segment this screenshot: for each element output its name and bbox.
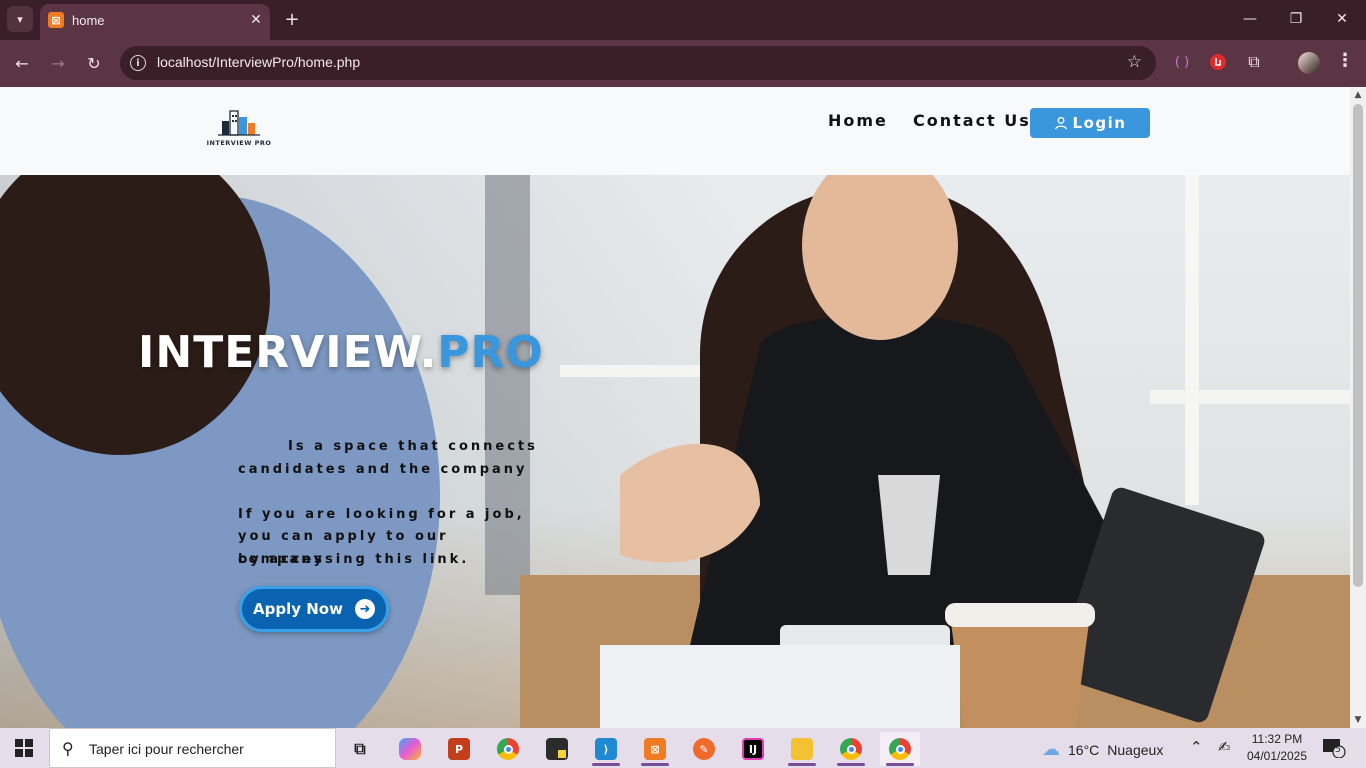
bookmark-star-icon[interactable]: ☆ bbox=[1127, 52, 1142, 72]
taskbar-search-box[interactable]: ⚲ Taper ici pour rechercher bbox=[49, 728, 336, 768]
chevron-up-icon[interactable]: ⌃ bbox=[1190, 738, 1203, 756]
scroll-down-arrow-icon[interactable]: ▼ bbox=[1350, 712, 1366, 728]
chrome-app-2[interactable] bbox=[831, 732, 871, 766]
weather-widget[interactable]: ☁ 16°C Nuageux bbox=[1042, 739, 1163, 760]
extension-purple-icon[interactable]: ( ) bbox=[1172, 52, 1192, 72]
chrome-app-3[interactable] bbox=[880, 732, 920, 766]
task-view-button[interactable]: ⧉ bbox=[340, 732, 380, 766]
login-label: Login bbox=[1072, 114, 1127, 132]
sticky-notes-icon bbox=[546, 738, 568, 760]
chrome-icon bbox=[889, 738, 911, 760]
task-view-icon: ⧉ bbox=[354, 739, 366, 758]
feather-tool-icon: ✎ bbox=[693, 738, 715, 760]
file-explorer-app[interactable] bbox=[782, 732, 822, 766]
apply-now-button[interactable]: Apply Now ➜ bbox=[239, 586, 389, 632]
search-placeholder: Taper ici pour rechercher bbox=[89, 741, 244, 757]
login-button[interactable]: Login bbox=[1030, 108, 1150, 138]
scroll-up-arrow-icon[interactable]: ▲ bbox=[1350, 87, 1366, 103]
powerpoint-app[interactable]: P bbox=[439, 732, 479, 766]
chrome-icon bbox=[840, 738, 862, 760]
nav-home-link[interactable]: Home bbox=[828, 111, 888, 130]
forward-button[interactable]: → bbox=[45, 50, 71, 76]
start-button[interactable] bbox=[0, 728, 48, 768]
logo-text: INTERVIEW PRO bbox=[206, 139, 272, 147]
notification-count: 5 bbox=[1335, 745, 1341, 755]
hero-line-2: candidates and the company bbox=[238, 462, 528, 477]
browser-tab-bar: ▾ ⊠ home ✕ + — ❐ ✕ bbox=[0, 0, 1366, 40]
windows-logo-icon bbox=[15, 739, 33, 757]
browser-tab-home[interactable]: ⊠ home ✕ bbox=[40, 4, 270, 40]
git-tool-app[interactable]: ✎ bbox=[684, 732, 724, 766]
web-page: INTERVIEW PRO Home Contact Us Login INTE… bbox=[0, 87, 1350, 728]
chrome-icon bbox=[497, 738, 519, 760]
sticky-notes-app[interactable] bbox=[537, 732, 577, 766]
browser-menu-icon[interactable]: ⋮ bbox=[1336, 50, 1354, 71]
site-header: INTERVIEW PRO Home Contact Us Login bbox=[0, 87, 1350, 175]
reload-button[interactable]: ↻ bbox=[81, 50, 107, 76]
browser-toolbar: ← → ↻ i localhost/InterviewPro/home.php … bbox=[0, 40, 1366, 87]
intellij-icon: IJ bbox=[742, 738, 764, 760]
xampp-app[interactable]: ⊠ bbox=[635, 732, 675, 766]
tab-search-menu-button[interactable]: ▾ bbox=[7, 6, 33, 32]
tab-title: home bbox=[72, 13, 105, 28]
folder-icon bbox=[791, 738, 813, 760]
nav-contact-link[interactable]: Contact Us bbox=[913, 111, 1031, 130]
minimize-button[interactable]: — bbox=[1230, 6, 1270, 32]
close-window-button[interactable]: ✕ bbox=[1322, 6, 1362, 32]
intellij-app[interactable]: IJ bbox=[733, 732, 773, 766]
page-scrollbar[interactable]: ▲ ▼ bbox=[1350, 87, 1366, 728]
clock-time: 11:32 PM bbox=[1251, 732, 1303, 746]
notification-center-button[interactable]: 5 bbox=[1322, 738, 1346, 759]
vscode-icon: ⟩ bbox=[595, 738, 617, 760]
apply-now-label: Apply Now bbox=[253, 600, 343, 618]
windows-taskbar: ⚲ Taper ici pour rechercher ⧉ P ⟩ ⊠ ✎ IJ… bbox=[0, 728, 1366, 768]
hero-title: INTERVIEW.PRO bbox=[138, 327, 544, 378]
handshake-background-image bbox=[0, 175, 1350, 728]
hero-title-main: INTERVIEW. bbox=[138, 327, 438, 378]
hero-line-3: If you are looking for a job, bbox=[238, 507, 525, 522]
address-url[interactable]: localhost/InterviewPro/home.php bbox=[157, 54, 360, 70]
clock-date: 04/01/2025 bbox=[1246, 749, 1308, 763]
new-tab-button[interactable]: + bbox=[281, 8, 303, 30]
weather-desc: Nuageux bbox=[1107, 741, 1164, 758]
xampp-icon: ⊠ bbox=[644, 738, 666, 760]
hero-title-accent: PRO bbox=[437, 327, 544, 378]
scrollbar-thumb[interactable] bbox=[1353, 104, 1363, 587]
buildings-logo-icon bbox=[218, 110, 260, 136]
cloud-icon: ☁ bbox=[1042, 739, 1060, 759]
user-icon bbox=[1054, 116, 1067, 130]
pen-icon[interactable]: ✍ bbox=[1218, 738, 1231, 756]
extension-red-icon[interactable] bbox=[1208, 52, 1228, 72]
notification-icon bbox=[1323, 739, 1346, 759]
system-clock[interactable]: 11:32 PM 04/01/2025 bbox=[1246, 731, 1308, 765]
profile-avatar[interactable] bbox=[1298, 52, 1320, 74]
powerpoint-icon: P bbox=[448, 738, 470, 760]
site-info-icon[interactable]: i bbox=[130, 55, 146, 71]
hero-section: INTERVIEW.PRO Is a space that connects c… bbox=[0, 175, 1350, 728]
site-logo[interactable]: INTERVIEW PRO bbox=[206, 107, 272, 151]
hero-line-1: Is a space that connects bbox=[288, 439, 538, 454]
xampp-favicon-icon: ⊠ bbox=[48, 12, 64, 28]
extensions-puzzle-icon[interactable]: ⧉ bbox=[1244, 52, 1264, 72]
search-icon: ⚲ bbox=[62, 739, 74, 758]
copilot-app[interactable] bbox=[390, 732, 430, 766]
vscode-app[interactable]: ⟩ bbox=[586, 732, 626, 766]
address-bar[interactable]: i localhost/InterviewPro/home.php ☆ bbox=[120, 46, 1156, 80]
hero-line-5: by accessing this link. bbox=[238, 552, 470, 567]
weather-temp: 16°C bbox=[1068, 741, 1100, 758]
back-button[interactable]: ← bbox=[9, 50, 35, 76]
restore-button[interactable]: ❐ bbox=[1276, 6, 1316, 32]
arrow-right-circle-icon: ➜ bbox=[354, 599, 375, 619]
chrome-app[interactable] bbox=[488, 732, 528, 766]
tab-close-icon[interactable]: ✕ bbox=[246, 10, 266, 30]
copilot-icon bbox=[399, 738, 421, 760]
